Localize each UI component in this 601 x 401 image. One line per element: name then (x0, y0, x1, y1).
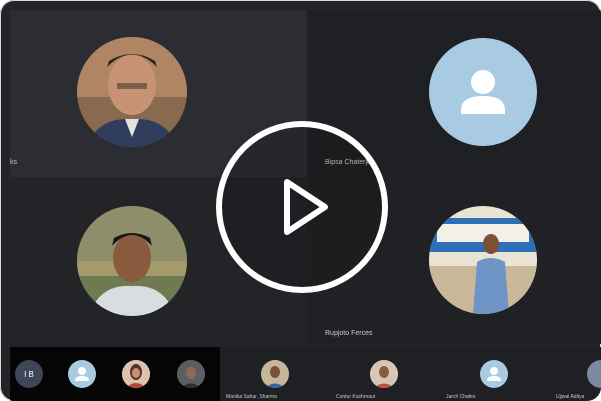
man-portrait-photo (77, 206, 187, 316)
participant-strip: I B Manika Sahar, Sharma Contur Kashrnau… (10, 347, 601, 401)
participant-name-1: ks (10, 159, 17, 166)
default-user-avatar-icon[interactable] (68, 360, 96, 388)
default-user-avatar-icon[interactable] (480, 360, 508, 388)
woman-portrait-photo (122, 360, 150, 388)
participant-photo-1 (77, 37, 187, 147)
participant-name-4: Rupjoto Ferces (325, 330, 373, 337)
participant-photo-3 (77, 206, 187, 316)
play-icon (284, 179, 328, 235)
user-silhouette-icon (461, 70, 505, 114)
play-button[interactable] (216, 121, 388, 293)
participant-photo-4 (429, 206, 537, 314)
man-portrait-photo (177, 360, 205, 388)
participant-thumb-photo[interactable] (261, 360, 289, 388)
initials-text: I B (24, 369, 34, 379)
man-presenting-photo (429, 206, 537, 314)
participant-thumb-photo[interactable] (370, 360, 398, 388)
participant-thumb-photo[interactable] (122, 360, 150, 388)
participant-thumb-photo[interactable] (177, 360, 205, 388)
default-user-avatar-icon (429, 38, 537, 146)
man-portrait-photo (261, 360, 289, 388)
participant-name: Manika Sahar, Sharma (226, 394, 277, 400)
participant-name: Contur Kashrnaut (336, 394, 376, 400)
user-silhouette-icon (487, 367, 501, 381)
man-portrait-photo (77, 37, 187, 147)
user-silhouette-icon (75, 367, 89, 381)
participant-name: Jarch Chafes (446, 394, 476, 400)
participant-strip-dark-section: I B (10, 347, 220, 401)
video-call-frame: ks Bipsa Chaterjee Rupjoto Ferces I B Ma… (0, 0, 601, 401)
participant-thumb-photo[interactable] (587, 360, 601, 388)
participant-name: Ujjwai Aditya (556, 394, 585, 400)
man-portrait-photo (370, 360, 398, 388)
participant-initials-avatar[interactable]: I B (15, 360, 43, 388)
